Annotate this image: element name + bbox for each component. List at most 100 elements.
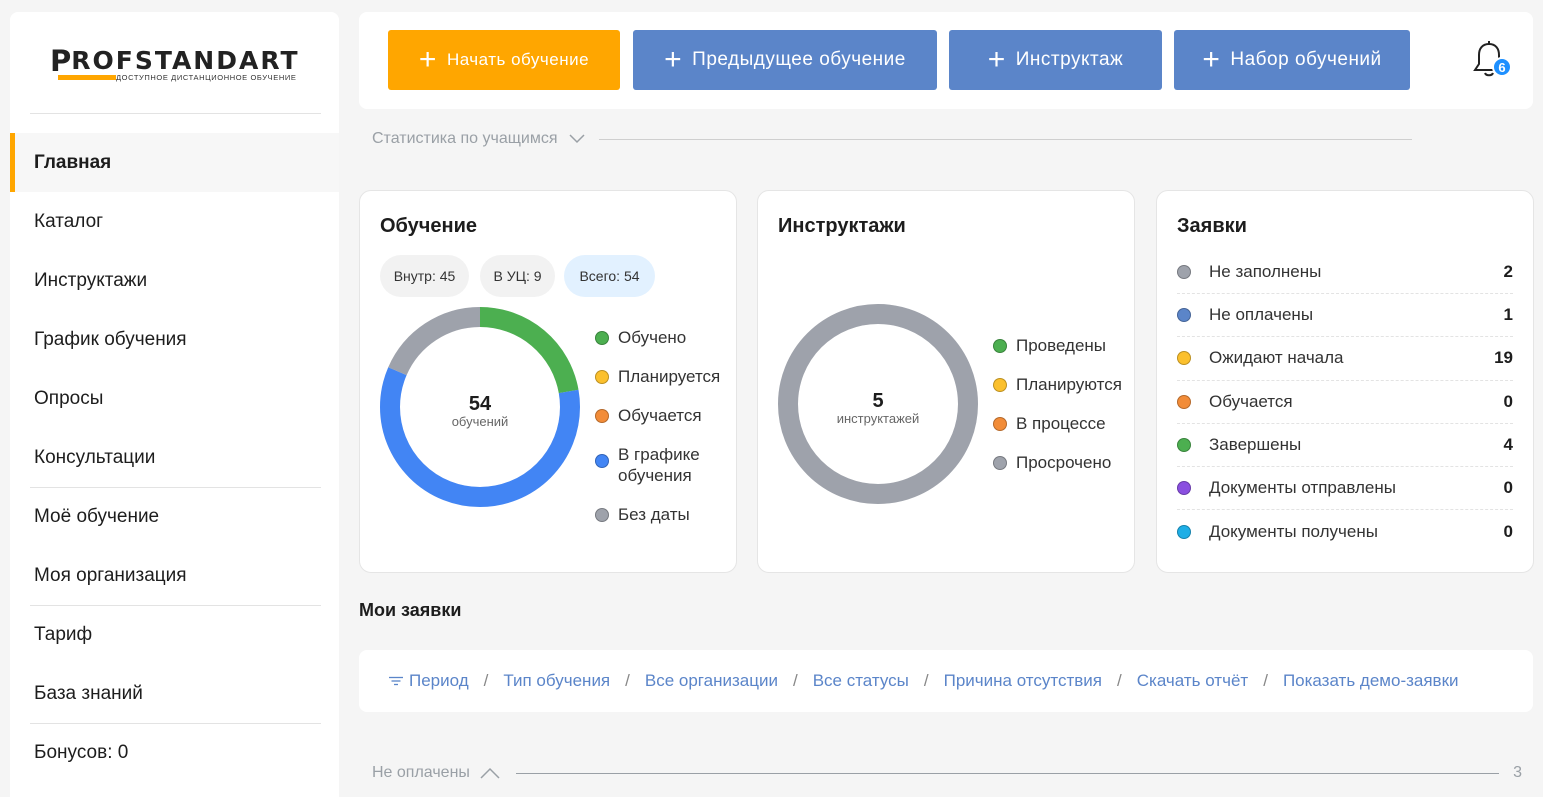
status-dot: [1177, 437, 1191, 452]
logo-accent-bar: [58, 75, 116, 80]
filter-icon: [389, 676, 403, 686]
stats-section-label: Статистика по учащимся: [372, 130, 558, 147]
request-status-label: Ожидают начала: [1209, 348, 1344, 368]
separator: /: [923, 671, 929, 690]
legend-label: Планируются: [1016, 375, 1122, 394]
logo-brand: P ROFSTANDART: [50, 44, 300, 78]
legend-label: Просрочено: [1016, 453, 1112, 472]
legend-item: В процессе: [993, 413, 1133, 434]
request-count: 19: [1494, 348, 1513, 368]
request-count: 0: [1503, 391, 1513, 411]
request-row[interactable]: Документы отправлены 0: [1177, 467, 1513, 511]
sidebar-item-surveys[interactable]: Опросы: [10, 369, 339, 428]
separator: /: [1263, 671, 1268, 690]
legend-dot: [993, 417, 1007, 431]
divider: [599, 138, 1412, 140]
sidebar-item-my-training[interactable]: Моё обучение: [10, 487, 339, 546]
request-row[interactable]: Ожидают начала 19: [1177, 337, 1513, 381]
briefings-total: 5: [872, 390, 884, 412]
sidebar-item-catalog[interactable]: Каталог: [10, 192, 339, 251]
download-report-link[interactable]: Скачать отчёт: [1137, 671, 1248, 691]
chevron-down-icon[interactable]: [569, 134, 586, 144]
start-training-button[interactable]: + Начать обучение: [388, 30, 620, 90]
previous-training-label: Предыдущее обучение: [692, 49, 906, 70]
requests-filter-bar: Период / Тип обучения / Все организации …: [359, 650, 1533, 712]
unpaid-section-header[interactable]: Не оплачены 3: [372, 760, 1522, 786]
request-status-label: Документы отправлены: [1209, 478, 1396, 498]
legend-item: Обучено: [595, 327, 735, 348]
request-count: 2: [1503, 262, 1513, 282]
show-demo-requests-link[interactable]: Показать демо-заявки: [1283, 671, 1459, 691]
previous-training-button[interactable]: + Предыдущее обучение: [633, 30, 937, 90]
briefings-card: Инструктажи 5 инструктажей Проведены Пла…: [757, 190, 1135, 573]
divider: [515, 772, 1500, 774]
divider: [30, 113, 321, 114]
training-card: Обучение Внутр: 45 В УЦ: 9 Всего: 54 54 …: [359, 190, 737, 573]
legend-dot: [595, 370, 609, 384]
request-status-label: Не оплачены: [1209, 305, 1314, 325]
logo-tagline: ДОСТУПНОЕ ДИСТАНЦИОННОЕ ОБУЧЕНИЕ: [116, 73, 297, 82]
status-dot: [1177, 265, 1191, 280]
filter-training-type[interactable]: Тип обучения: [503, 671, 610, 691]
briefing-button[interactable]: + Инструктаж: [949, 30, 1162, 90]
request-row[interactable]: Обучается 0: [1177, 381, 1513, 424]
separator: /: [625, 671, 630, 690]
request-row[interactable]: Не оплачены 1: [1177, 294, 1513, 338]
status-dot: [1177, 481, 1191, 496]
pill-total[interactable]: Всего: 54: [564, 255, 655, 297]
legend-label: Проведены: [1016, 336, 1107, 355]
top-toolbar: + Начать обучение + Предыдущее обучение …: [359, 12, 1533, 109]
requests-card: Заявки Не заполнены 2 Не оплачены 1 Ожидаю…: [1156, 190, 1534, 573]
training-set-label: Набор обучений: [1230, 49, 1382, 70]
legend-label: В графике обучения: [618, 445, 700, 485]
requests-card-title: Заявки: [1177, 215, 1247, 237]
filter-statuses[interactable]: Все статусы: [813, 671, 909, 691]
request-count: 0: [1503, 478, 1513, 498]
sidebar-item-my-organization[interactable]: Моя организация: [10, 546, 339, 605]
request-status-label: Обучается: [1209, 391, 1293, 411]
sidebar-nav: Главная Каталог Инструктажи График обуче…: [10, 133, 339, 782]
briefings-total-label: инструктажей: [836, 411, 920, 426]
logo[interactable]: P ROFSTANDART ДОСТУПНОЕ ДИСТАНЦИОННОЕ ОБУ…: [50, 44, 310, 88]
request-status-label: Завершены: [1209, 434, 1302, 454]
filter-absence-reason[interactable]: Причина отсутствия: [944, 671, 1102, 691]
sidebar: P ROFSTANDART ДОСТУПНОЕ ДИСТАНЦИОННОЕ ОБУ…: [10, 12, 339, 797]
legend-item: В графике обучения: [595, 444, 735, 486]
sidebar-item-bonuses[interactable]: Бонусов: 0: [10, 723, 339, 782]
request-count: 4: [1503, 434, 1513, 454]
pill-internal[interactable]: Внутр: 45: [380, 255, 469, 297]
request-count: 1: [1503, 305, 1513, 325]
sidebar-item-consultations[interactable]: Консультации: [10, 428, 339, 487]
sidebar-item-schedule[interactable]: График обучения: [10, 310, 339, 369]
legend-label: Без даты: [618, 505, 690, 524]
request-row[interactable]: Не заполнены 2: [1177, 251, 1513, 295]
training-card-title: Обучение: [380, 215, 478, 237]
legend-item: Планируются: [993, 374, 1133, 395]
stats-section-header[interactable]: Статистика по учащимся: [372, 126, 1412, 152]
notification-badge: 6: [1492, 57, 1512, 77]
training-set-button[interactable]: + Набор обучений: [1174, 30, 1410, 90]
legend-label: В процессе: [1016, 414, 1106, 433]
briefings-card-title: Инструктажи: [778, 215, 906, 237]
legend-dot: [993, 456, 1007, 470]
request-row[interactable]: Завершены 4: [1177, 424, 1513, 467]
legend-item: Обучается: [595, 405, 735, 426]
legend-dot: [993, 378, 1007, 392]
legend-dot: [595, 409, 609, 423]
pill-training-center[interactable]: В УЦ: 9: [480, 255, 555, 297]
status-dot: [1177, 351, 1191, 366]
filter-period[interactable]: Период: [389, 671, 469, 691]
unpaid-section-label: Не оплачены: [372, 764, 470, 781]
sidebar-item-home[interactable]: Главная: [10, 133, 339, 192]
sidebar-item-tariff[interactable]: Тариф: [10, 605, 339, 664]
training-total: 54: [468, 393, 492, 415]
request-row[interactable]: Документы получены 0: [1177, 510, 1513, 553]
sidebar-item-knowledge-base[interactable]: База знаний: [10, 664, 339, 723]
chevron-up-icon[interactable]: [480, 767, 500, 779]
my-requests-title: Мои заявки: [359, 600, 462, 620]
filter-organizations[interactable]: Все организации: [645, 671, 778, 691]
training-total-label: обучений: [451, 414, 509, 429]
filter-period-label: Период: [409, 671, 469, 690]
requests-list: Не заполнены 2 Не оплачены 1 Ожидают начал…: [1177, 251, 1513, 553]
sidebar-item-briefings[interactable]: Инструктажи: [10, 251, 339, 310]
